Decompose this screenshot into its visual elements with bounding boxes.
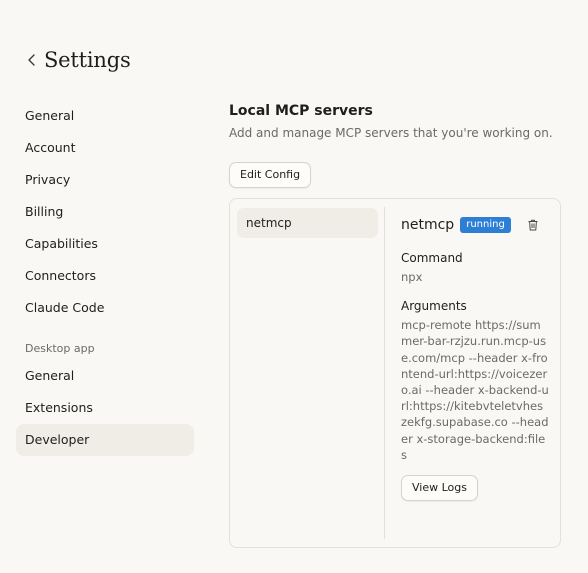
command-label: Command [401,251,463,265]
sidebar-item-claude-code[interactable]: Claude Code [16,292,194,324]
page-title: Settings [44,48,131,72]
sidebar-item-privacy[interactable]: Privacy [16,164,194,196]
sidebar-item-developer[interactable]: Developer [16,424,194,456]
arguments-label: Arguments [401,299,467,314]
sidebar-item-account[interactable]: Account [16,132,194,164]
edit-config-button[interactable]: Edit Config [229,162,312,188]
section-title: Local MCP servers [229,103,373,119]
server-name: netmcp [401,217,455,233]
page-header: Settings [24,48,131,72]
server-detail: netmcp running Command npx Arguments mcp… [401,213,551,502]
arguments-value: mcp-remote https://summer-bar-rzjzu.run.… [401,318,549,462]
chevron-left-icon[interactable] [24,52,40,68]
trash-icon[interactable] [527,219,539,231]
section-subtitle: Add and manage MCP servers that you're w… [229,126,553,140]
command-value: npx [401,270,423,284]
server-detail-header: netmcp running [401,213,551,237]
sidebar-item-desktop-general[interactable]: General [16,360,194,392]
status-badge: running [460,217,511,233]
server-list: netmcp [237,208,378,238]
mcp-servers-panel: netmcp netmcp running Command npx Argume… [229,198,561,548]
settings-sidebar: General Account Privacy Billing Capabili… [16,100,194,456]
panel-divider [384,207,385,539]
sidebar-group-label-desktop-app: Desktop app [25,342,95,355]
sidebar-item-general[interactable]: General [16,100,194,132]
sidebar-item-connectors[interactable]: Connectors [16,260,194,292]
server-list-item[interactable]: netmcp [237,208,378,238]
sidebar-item-extensions[interactable]: Extensions [16,392,194,424]
sidebar-item-capabilities[interactable]: Capabilities [16,228,194,260]
sidebar-item-billing[interactable]: Billing [16,196,194,228]
view-logs-button[interactable]: View Logs [401,475,478,502]
main-content: Local MCP servers Add and manage MCP ser… [229,100,561,548]
